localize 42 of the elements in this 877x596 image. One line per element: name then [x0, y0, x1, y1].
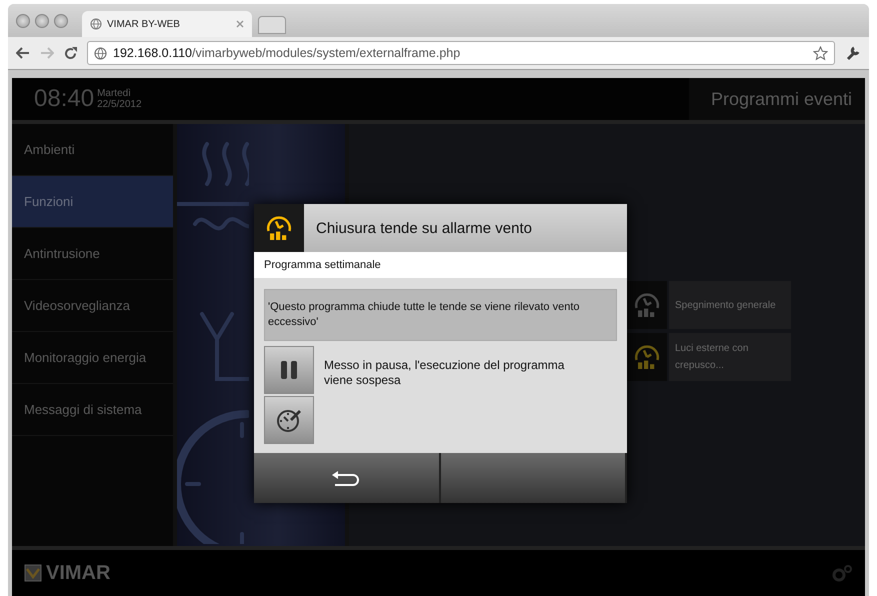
window-control-button[interactable]	[35, 14, 49, 28]
program-icon-tile[interactable]	[627, 333, 667, 381]
date-label: 22/5/2012	[97, 99, 142, 110]
sidebar-item[interactable]: Messaggi di sistema	[12, 384, 173, 436]
edit-schedule-button[interactable]	[264, 396, 314, 444]
dialog-subtitle: Programma settimanale	[254, 252, 627, 278]
reload-icon	[64, 46, 77, 60]
forward-arrow-icon	[40, 47, 54, 59]
close-icon	[236, 20, 244, 28]
program-button[interactable]: Spegnimento generale	[669, 281, 791, 329]
description-text: 'Questo programma chiude tutte le tende se viene rilevato vento eccessivo'	[264, 289, 617, 341]
globe-icon	[90, 18, 102, 30]
vimar-logo-icon	[24, 564, 42, 582]
tab-title: VIMAR BY-WEB	[107, 18, 181, 30]
day-label: Martedì	[97, 88, 132, 99]
sidebar-item[interactable]: Videosorveglianza	[12, 280, 173, 332]
clock-time: 08:40	[34, 85, 94, 113]
pause-icon	[280, 360, 298, 380]
page-title: Programmi eventi	[689, 78, 865, 120]
program-icon-tile[interactable]	[627, 281, 667, 329]
sidebar-item[interactable]: Monitoraggio energia	[12, 332, 173, 384]
back-button[interactable]	[254, 453, 440, 503]
dialog-title: Chiusura tende su allarme vento	[315, 218, 532, 238]
status-text: Messo in pausa, l'esecuzione del programma viene sospesa	[324, 357, 566, 389]
sidebar-item[interactable]: Funzioni	[12, 176, 173, 228]
brand-name: VIMAR	[46, 562, 110, 584]
address-bar[interactable]: 192.168.0.110/vimarbyweb/modules/system/externalframe.php	[87, 41, 835, 65]
globe-icon	[94, 46, 107, 60]
return-arrow-icon	[331, 470, 362, 486]
back-arrow-icon	[16, 47, 30, 59]
new-tab-button[interactable]	[258, 16, 286, 34]
gears-icon	[831, 564, 853, 582]
clock-pencil-icon	[276, 407, 302, 433]
window-control-button[interactable]	[16, 14, 30, 28]
pause-button[interactable]	[264, 346, 314, 394]
window-control-button[interactable]	[54, 14, 68, 28]
star-icon	[813, 46, 828, 60]
wrench-icon	[845, 45, 861, 61]
sidebar-item[interactable]: Antintrusione	[12, 228, 173, 280]
browser-tab[interactable]: VIMAR BY-WEB	[82, 11, 252, 37]
url-text: 192.168.0.110/vimarbyweb/modules/system/externalframe.php	[113, 46, 462, 60]
program-button[interactable]: Luci esterne con crepusco...	[669, 333, 791, 381]
